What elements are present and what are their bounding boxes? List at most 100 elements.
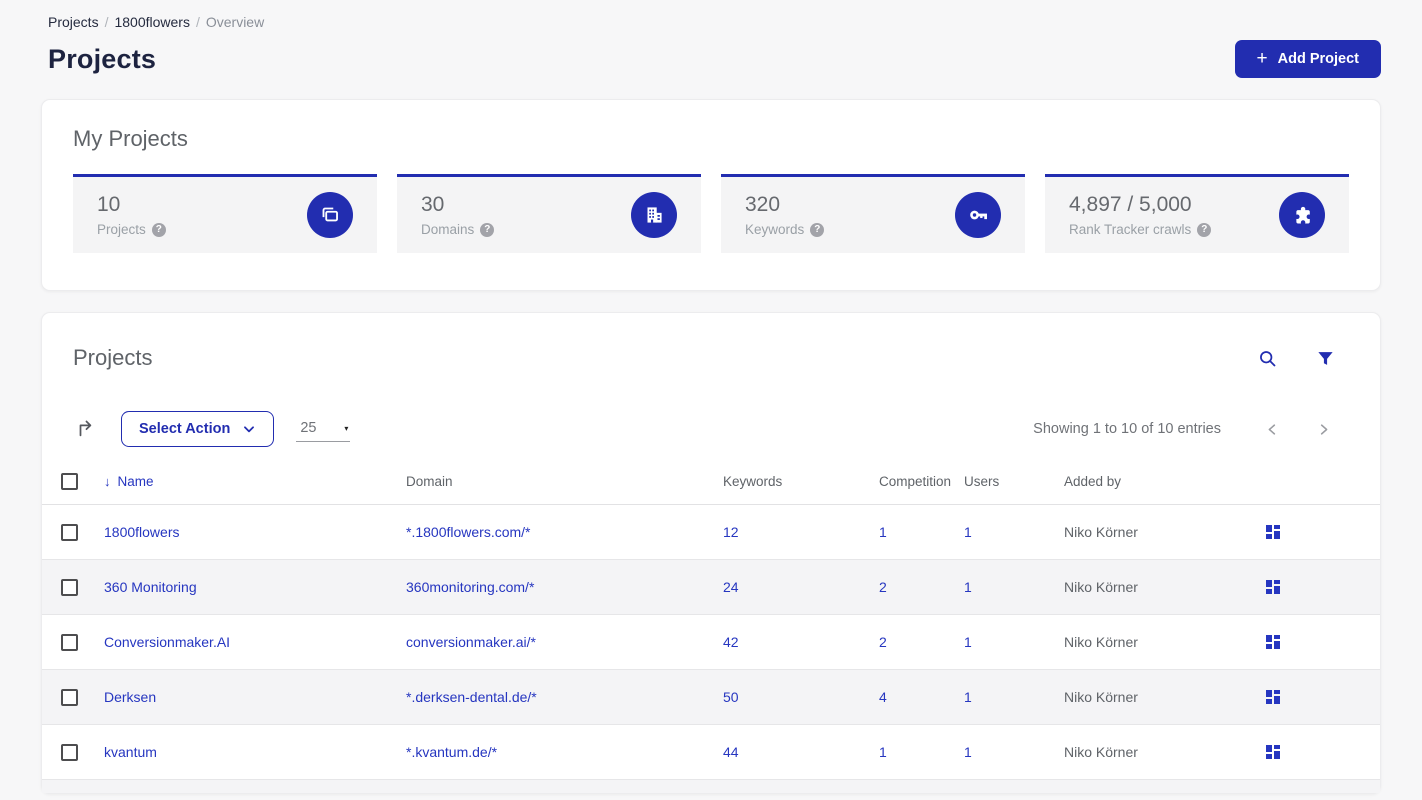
breadcrumb-projects[interactable]: Projects xyxy=(48,14,99,30)
stat-keywords-label: Keywords xyxy=(745,222,805,237)
project-competition-link[interactable]: 1 xyxy=(879,744,887,760)
dashboard-icon[interactable] xyxy=(1263,742,1283,762)
stat-projects: 10 Projects ? xyxy=(73,174,377,253)
table-row: kvantum *.kvantum.de/* 44 1 1 Niko Körne… xyxy=(42,724,1380,780)
table-row: 360 Monitoring 360monitoring.com/* 24 2 … xyxy=(42,559,1380,615)
column-header-added-by[interactable]: Added by xyxy=(1064,467,1263,505)
export-icon[interactable] xyxy=(73,416,99,442)
breadcrumb: Projects / 1800flowers / Overview xyxy=(41,0,1381,30)
stat-rank-tracker-label: Rank Tracker crawls xyxy=(1069,222,1192,237)
my-projects-title: My Projects xyxy=(73,126,188,151)
project-name-link[interactable]: 1800flowers xyxy=(104,524,180,540)
caret-down-icon: ▾ xyxy=(344,423,349,433)
puzzle-icon xyxy=(1279,192,1325,238)
next-page-button[interactable] xyxy=(1298,416,1349,443)
projects-table: ↓ Name Domain Keywords Competition Users … xyxy=(42,467,1380,793)
project-users-link[interactable]: 1 xyxy=(964,579,972,595)
table-row: Derksen *.derksen-dental.de/* 50 4 1 Nik… xyxy=(42,669,1380,725)
column-header-competition[interactable]: Competition xyxy=(879,467,964,505)
stat-keywords: 320 Keywords ? xyxy=(721,174,1025,253)
help-icon[interactable]: ? xyxy=(1197,222,1212,237)
stat-domains-value: 30 xyxy=(421,193,445,216)
project-users-link[interactable]: 1 xyxy=(964,689,972,705)
project-domain-link[interactable]: *.1800flowers.com/* xyxy=(406,524,531,540)
project-name-link[interactable]: kvantum xyxy=(104,744,157,760)
project-keywords-link[interactable]: 42 xyxy=(723,634,739,650)
page-size-select[interactable]: 25 ▾ xyxy=(296,416,351,442)
title-bar: Projects + Add Project xyxy=(41,30,1381,78)
stat-keywords-value: 320 xyxy=(745,193,781,216)
project-users-link[interactable]: 1 xyxy=(964,524,972,540)
added-by-text: Niko Körner xyxy=(1064,579,1138,595)
stat-domains-label: Domains xyxy=(421,222,475,237)
row-checkbox[interactable] xyxy=(61,743,78,761)
table-row-cutoff xyxy=(42,779,1380,793)
project-name-link[interactable]: Derksen xyxy=(104,689,156,705)
projects-table-card: Projects Select Action 25 ▾ Showing 1 to… xyxy=(41,312,1381,794)
added-by-text: Niko Körner xyxy=(1064,744,1138,760)
stat-domains: 30 Domains ? xyxy=(397,174,701,253)
projects-panel-title: Projects xyxy=(73,345,153,370)
help-icon[interactable]: ? xyxy=(810,222,825,237)
project-domain-link[interactable]: 360monitoring.com/* xyxy=(406,579,534,595)
row-checkbox[interactable] xyxy=(61,633,78,651)
column-header-users[interactable]: Users xyxy=(964,467,1064,505)
plus-icon: + xyxy=(1256,48,1268,69)
prev-page-button[interactable] xyxy=(1247,416,1298,443)
building-icon xyxy=(631,192,677,238)
project-keywords-link[interactable]: 50 xyxy=(723,689,739,705)
page-title: Projects xyxy=(48,43,157,74)
project-keywords-link[interactable]: 44 xyxy=(723,744,739,760)
stat-projects-label: Projects xyxy=(97,222,146,237)
stat-rank-tracker-value: 4,897 / 5,000 xyxy=(1069,193,1192,216)
project-domain-link[interactable]: *.derksen-dental.de/* xyxy=(406,689,537,705)
search-icon[interactable] xyxy=(1255,346,1280,371)
breadcrumb-separator: / xyxy=(104,14,109,30)
row-checkbox[interactable] xyxy=(61,578,78,596)
dashboard-icon[interactable] xyxy=(1263,577,1283,597)
select-action-label: Select Action xyxy=(139,421,231,437)
filter-icon[interactable] xyxy=(1314,347,1337,370)
column-header-keywords[interactable]: Keywords xyxy=(723,467,879,505)
dashboard-icon[interactable] xyxy=(1263,632,1283,652)
select-all-checkbox[interactable] xyxy=(61,473,78,490)
project-users-link[interactable]: 1 xyxy=(964,744,972,760)
breadcrumb-overview: Overview xyxy=(205,14,265,30)
dashboard-icon[interactable] xyxy=(1263,522,1283,542)
row-checkbox[interactable] xyxy=(61,688,78,706)
breadcrumb-1800flowers[interactable]: 1800flowers xyxy=(114,14,190,30)
project-users-link[interactable]: 1 xyxy=(964,634,972,650)
stat-projects-value: 10 xyxy=(97,193,121,216)
project-name-link[interactable]: 360 Monitoring xyxy=(104,579,197,595)
column-header-domain[interactable]: Domain xyxy=(406,467,723,505)
column-header-name[interactable]: ↓ Name xyxy=(104,467,406,505)
stat-rank-tracker: 4,897 / 5,000 Rank Tracker crawls ? xyxy=(1045,174,1349,253)
row-checkbox[interactable] xyxy=(61,523,78,541)
added-by-text: Niko Körner xyxy=(1064,689,1138,705)
stats-row: 10 Projects ? 30 Domains ? 320 Keywords … xyxy=(73,174,1349,253)
project-domain-link[interactable]: conversionmaker.ai/* xyxy=(406,634,536,650)
showing-entries-text: Showing 1 to 10 of 10 entries xyxy=(1033,421,1221,437)
project-competition-link[interactable]: 1 xyxy=(879,524,887,540)
dashboard-icon[interactable] xyxy=(1263,687,1283,707)
breadcrumb-separator: / xyxy=(195,14,200,30)
help-icon[interactable]: ? xyxy=(151,222,166,237)
select-action-dropdown[interactable]: Select Action xyxy=(121,411,275,447)
page: Projects / 1800flowers / Overview Projects +… xyxy=(0,0,1422,794)
add-project-button[interactable]: + Add Project xyxy=(1234,40,1381,78)
table-row: Conversionmaker.AI conversionmaker.ai/* … xyxy=(42,614,1380,670)
help-icon[interactable]: ? xyxy=(480,222,495,237)
project-keywords-link[interactable]: 12 xyxy=(723,524,739,540)
project-competition-link[interactable]: 2 xyxy=(879,579,887,595)
table-row: 1800flowers *.1800flowers.com/* 12 1 1 N… xyxy=(42,504,1380,560)
project-competition-link[interactable]: 2 xyxy=(879,634,887,650)
project-name-link[interactable]: Conversionmaker.AI xyxy=(104,634,230,650)
added-by-text: Niko Körner xyxy=(1064,524,1138,540)
add-project-label: Add Project xyxy=(1277,51,1359,67)
project-domain-link[interactable]: *.kvantum.de/* xyxy=(406,744,497,760)
key-icon xyxy=(955,192,1001,238)
project-competition-link[interactable]: 4 xyxy=(879,689,887,705)
sort-desc-icon: ↓ xyxy=(104,474,111,489)
project-keywords-link[interactable]: 24 xyxy=(723,579,739,595)
chevron-down-icon xyxy=(244,426,255,433)
